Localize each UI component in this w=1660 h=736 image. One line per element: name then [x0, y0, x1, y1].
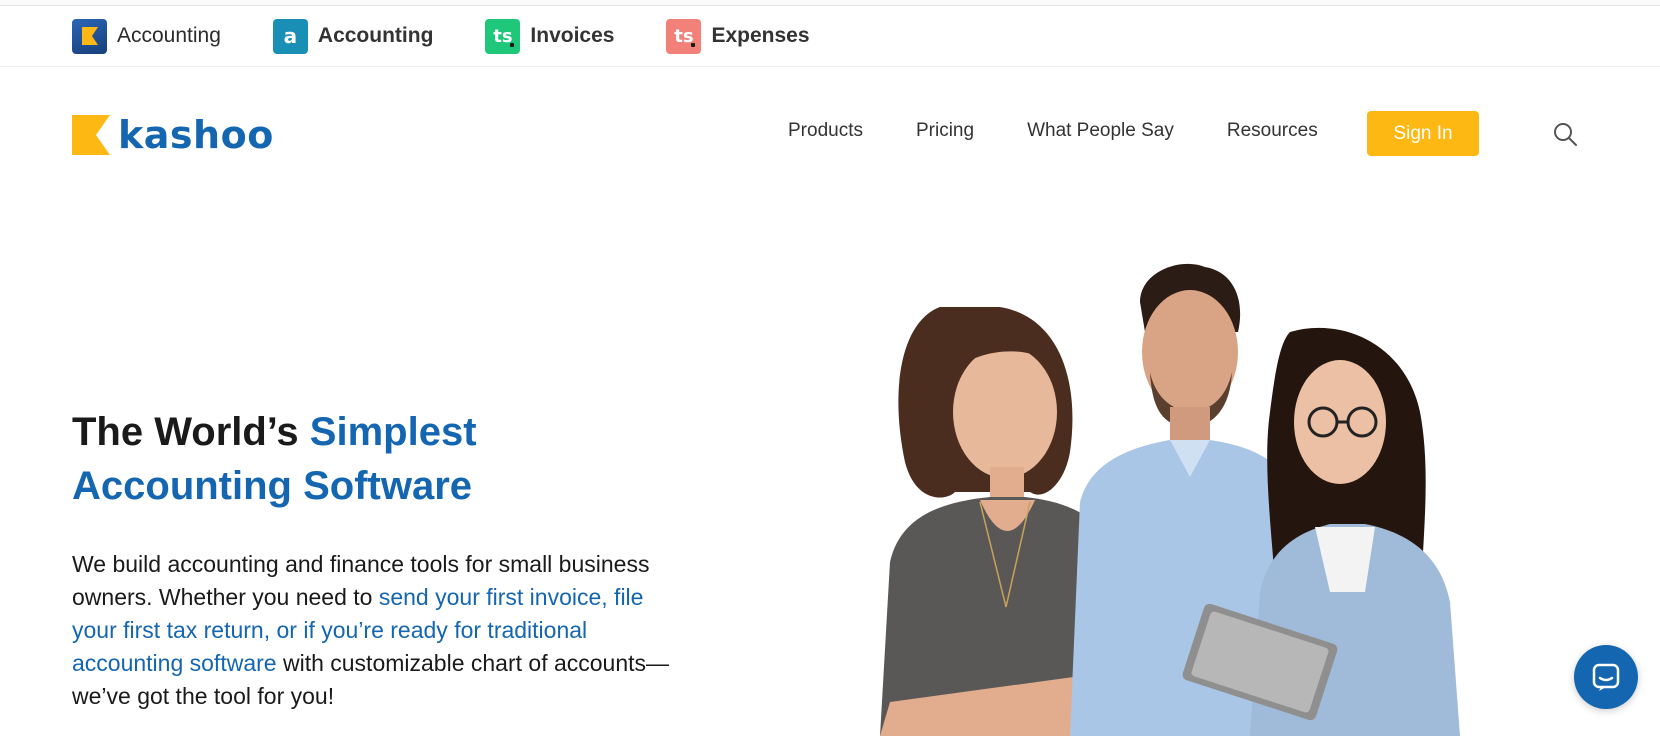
- ts-letters-icon: ts: [666, 18, 702, 54]
- chat-launcher-button[interactable]: [1574, 645, 1638, 709]
- product-switcher-bar: Accounting a Accounting ts Invoices ts E…: [0, 6, 1660, 67]
- nav-resources[interactable]: Resources: [1227, 120, 1318, 142]
- product-accounting[interactable]: a Accounting: [272, 18, 434, 54]
- product-kashoo-accounting[interactable]: Accounting: [72, 18, 221, 54]
- hero-title-accent2: Accounting Software: [72, 464, 473, 508]
- nav-pricing[interactable]: Pricing: [916, 120, 974, 142]
- chat-bubble-icon: [1592, 663, 1620, 691]
- hero-description: We build accounting and finance tools fo…: [72, 548, 692, 713]
- product-label: Invoices: [530, 24, 615, 47]
- product-label: Accounting: [317, 24, 434, 47]
- main-navigation: kashoo Products Pricing What People Say …: [0, 67, 1660, 202]
- nav-products[interactable]: Products: [788, 120, 863, 142]
- a-letter-icon: a: [272, 18, 308, 54]
- kashoo-mark-icon: [72, 115, 110, 155]
- brand-wordmark: kashoo: [118, 113, 274, 157]
- hero-title: The World’s Simplest Accounting Software: [72, 405, 477, 513]
- product-label: Accounting: [117, 24, 221, 47]
- hero-people-image: [880, 263, 1460, 736]
- product-expenses[interactable]: ts Expenses: [666, 18, 810, 54]
- nav-links: Products Pricing What People Say Resourc…: [788, 120, 1371, 142]
- ts-letters-icon: ts: [485, 18, 521, 54]
- hero-title-accent1: Simplest: [309, 410, 477, 454]
- kashoo-k-icon: [72, 18, 107, 54]
- search-icon[interactable]: [1552, 121, 1578, 147]
- product-label: Expenses: [711, 24, 810, 47]
- hero-title-part1: The World’s: [72, 410, 310, 454]
- product-invoices[interactable]: ts Invoices: [485, 18, 615, 54]
- sign-in-button[interactable]: Sign In: [1367, 111, 1479, 156]
- kashoo-logo[interactable]: kashoo: [72, 113, 274, 157]
- nav-what-people-say[interactable]: What People Say: [1027, 120, 1174, 142]
- icon-glyph: a: [283, 24, 298, 48]
